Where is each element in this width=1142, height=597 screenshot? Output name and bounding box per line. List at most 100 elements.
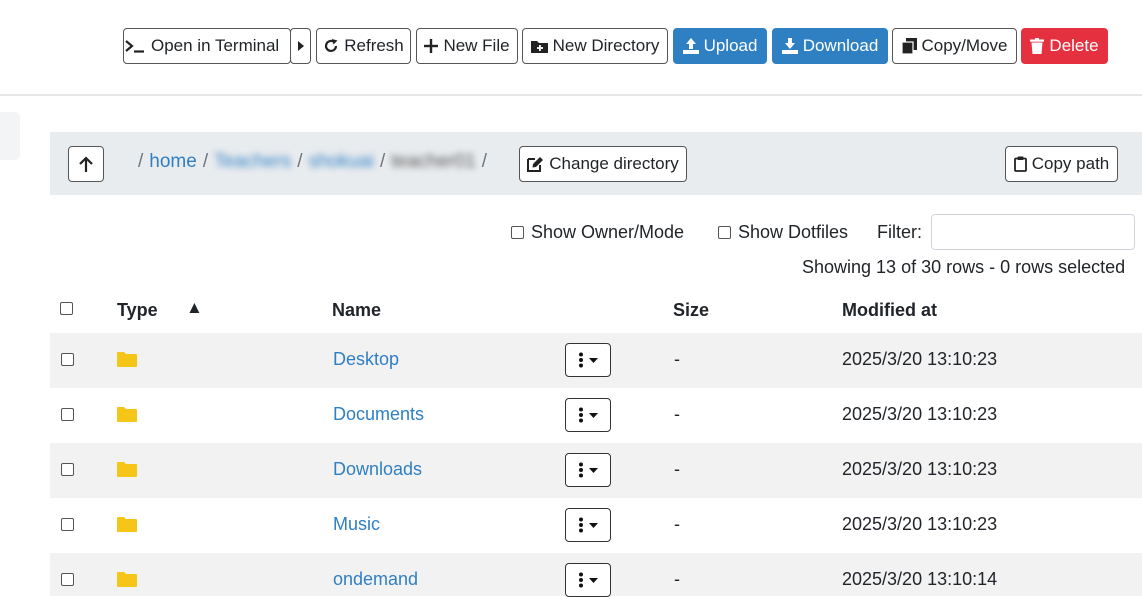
row-checkbox[interactable] (61, 573, 74, 586)
refresh-label: Refresh (344, 36, 404, 55)
table-row[interactable]: Documents - 2025/3/20 13:10:23 (50, 388, 1142, 443)
breadcrumb: / home / Teachers / shokuai / teacher01/ (138, 151, 488, 172)
upload-icon (682, 38, 699, 54)
download-button[interactable]: Download (772, 28, 888, 64)
upload-label: Upload (703, 36, 758, 55)
file-size: - (674, 404, 680, 424)
change-directory-label: Change directory (549, 154, 679, 173)
delete-label: Delete (1049, 36, 1099, 55)
kebab-icon (578, 572, 583, 588)
caret-down-icon (588, 577, 598, 583)
new-directory-button[interactable]: New Directory (522, 28, 668, 64)
toolbar-divider (0, 94, 1142, 96)
terminal-icon (124, 39, 146, 53)
copy-path-button[interactable]: Copy path (1005, 146, 1118, 182)
open-in-terminal-label: Open in Terminal (151, 36, 280, 55)
row-actions-button[interactable] (565, 343, 611, 377)
modified-at: 2025/3/20 13:10:23 (842, 349, 998, 369)
show-dotfiles-checkbox[interactable] (718, 226, 731, 239)
select-all-checkbox[interactable] (60, 302, 73, 315)
new-file-button[interactable]: New File (416, 28, 518, 64)
show-owner-mode-checkbox[interactable] (511, 226, 524, 239)
show-owner-mode-toggle[interactable]: Show Owner/Mode (511, 222, 684, 243)
modified-at: 2025/3/20 13:10:23 (842, 514, 998, 534)
row-actions-button[interactable] (565, 508, 611, 542)
download-label: Download (802, 36, 879, 55)
breadcrumb-bar: / home / Teachers / shokuai / teacher01/ Change… (50, 132, 1142, 195)
new-directory-label: New Directory (552, 36, 660, 55)
modified-at: 2025/3/20 13:10:23 (842, 404, 998, 424)
kebab-icon (578, 352, 583, 368)
parent-directory-button[interactable] (68, 146, 104, 182)
delete-button[interactable]: Delete (1021, 28, 1108, 64)
folder-icon (117, 571, 137, 592)
download-icon (781, 38, 798, 54)
folder-icon (117, 461, 137, 482)
table-row[interactable]: Music - 2025/3/20 13:10:23 (50, 498, 1142, 553)
table-row[interactable]: Downloads - 2025/3/20 13:10:23 (50, 443, 1142, 498)
caret-down-icon (588, 357, 598, 363)
modified-at: 2025/3/20 13:10:23 (842, 459, 998, 479)
row-checkbox[interactable] (61, 353, 74, 366)
show-dotfiles-toggle[interactable]: Show Dotfiles (718, 222, 848, 243)
sidebar-edge (0, 112, 20, 160)
caret-down-icon (588, 522, 598, 528)
file-name-link[interactable]: ondemand (333, 569, 418, 590)
new-file-label: New File (443, 36, 510, 55)
row-count-status: Showing 13 of 30 rows - 0 rows selected (802, 257, 1126, 277)
file-name-link[interactable]: Documents (333, 404, 424, 425)
caret-down-icon (588, 467, 598, 473)
filter-input[interactable] (931, 214, 1135, 250)
row-actions-button[interactable] (565, 563, 611, 597)
sort-ascending-icon[interactable]: ▲ (186, 298, 203, 318)
row-actions-button[interactable] (565, 453, 611, 487)
column-header-modified[interactable]: Modified at (842, 300, 937, 321)
row-actions-button[interactable] (565, 398, 611, 432)
table-row[interactable]: ondemand - 2025/3/20 13:10:14 (50, 553, 1142, 597)
column-header-name[interactable]: Name (332, 300, 381, 321)
refresh-icon (323, 38, 339, 54)
breadcrumb-shokuai[interactable]: shokuai (308, 151, 374, 172)
folder-icon (117, 516, 137, 537)
copy-move-label: Copy/Move (921, 36, 1008, 55)
edit-icon (527, 156, 544, 172)
file-name-link[interactable]: Desktop (333, 349, 399, 370)
row-checkbox[interactable] (61, 463, 74, 476)
copy-icon (901, 38, 917, 54)
upload-button[interactable]: Upload (673, 28, 767, 64)
breadcrumb-teachers[interactable]: Teachers (214, 151, 291, 172)
folder-icon (117, 351, 137, 372)
show-owner-mode-label: Show Owner/Mode (531, 222, 685, 242)
file-name-link[interactable]: Downloads (333, 459, 422, 480)
change-directory-button[interactable]: Change directory (519, 146, 687, 182)
modified-at: 2025/3/20 13:10:14 (842, 569, 998, 589)
folder-icon (117, 406, 137, 427)
breadcrumb-home[interactable]: home (149, 151, 197, 172)
arrow-up-icon (79, 156, 93, 172)
terminal-dropdown-button[interactable] (290, 28, 311, 64)
refresh-button[interactable]: Refresh (316, 28, 411, 64)
breadcrumb-current: teacher01 (391, 151, 476, 172)
column-header-type[interactable]: Type (117, 300, 158, 321)
file-size: - (674, 569, 680, 589)
show-dotfiles-label: Show Dotfiles (738, 222, 849, 242)
trash-icon (1030, 38, 1045, 54)
file-size: - (674, 459, 680, 479)
open-in-terminal-button[interactable]: Open in Terminal (123, 28, 291, 64)
plus-icon (424, 39, 439, 53)
copy-move-button[interactable]: Copy/Move (892, 28, 1017, 64)
caret-right-icon (297, 41, 304, 51)
kebab-icon (578, 517, 583, 533)
row-checkbox[interactable] (61, 408, 74, 421)
kebab-icon (578, 407, 583, 423)
clipboard-icon (1013, 156, 1027, 172)
caret-down-icon (588, 412, 598, 418)
kebab-icon (578, 462, 583, 478)
row-checkbox[interactable] (61, 518, 74, 531)
file-size: - (674, 514, 680, 534)
file-name-link[interactable]: Music (333, 514, 380, 535)
column-header-size[interactable]: Size (673, 300, 709, 321)
copy-path-label: Copy path (1031, 154, 1110, 173)
table-row[interactable]: Desktop - 2025/3/20 13:10:23 (50, 333, 1142, 388)
filter-label: Filter: (877, 222, 922, 242)
